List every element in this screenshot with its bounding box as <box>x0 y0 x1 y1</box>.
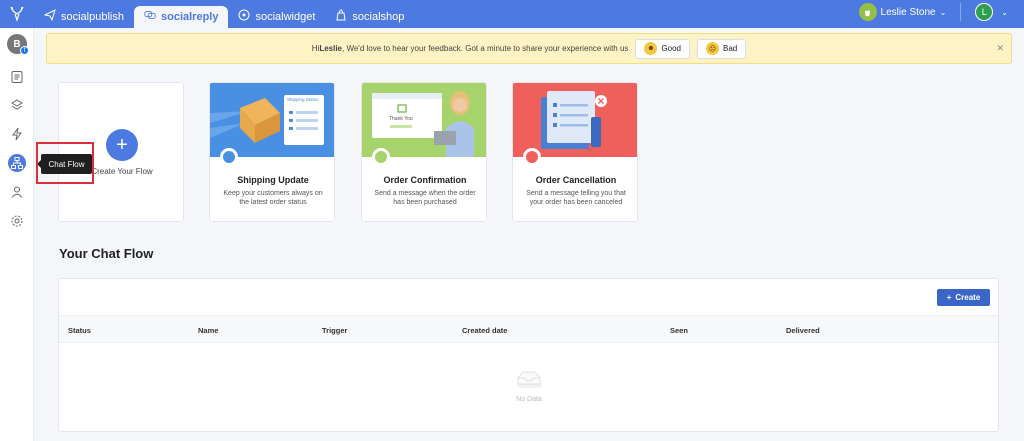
facebook-icon: f <box>20 46 29 55</box>
gear-icon[interactable] <box>8 212 26 230</box>
feedback-banner: Hi Leslie , We'd love to hear your feedb… <box>46 33 1012 64</box>
user-menu[interactable]: Leslie Stone ⌄ <box>858 3 947 21</box>
column-header-seen[interactable]: Seen <box>670 326 688 335</box>
user-name: Leslie Stone <box>880 6 936 18</box>
create-button[interactable]: + Create <box>937 289 990 306</box>
chat-flow-table: + Create Status Name Trigger Created dat… <box>58 278 999 432</box>
shipping-illustration: Shipping Status <box>210 83 334 157</box>
good-feedback-button[interactable]: ☻ Good <box>635 38 690 59</box>
banner-message: , We'd love to hear your feedback. Got a… <box>342 44 629 53</box>
highlight-box <box>36 142 94 184</box>
banner-greeting: Hi <box>311 44 320 53</box>
template-description: Send a message telling you that your ord… <box>526 190 626 206</box>
table-header: Status Name Trigger Created date Seen De… <box>59 315 998 343</box>
receipt-icon <box>372 148 390 166</box>
art-label: Shipping Status <box>287 97 319 102</box>
top-nav: socialpublish socialreply socialwidget s… <box>0 0 1024 28</box>
tab-label: socialpublish <box>61 10 124 23</box>
banner-user-name: Leslie <box>319 44 342 53</box>
cancellation-illustration <box>513 83 637 157</box>
bad-label: Bad <box>723 44 738 53</box>
divider <box>960 3 962 21</box>
tab-label: socialwidget <box>255 10 316 23</box>
column-header-status[interactable]: Status <box>68 326 91 335</box>
tab-label: socialreply <box>160 10 219 23</box>
tab-socialpublish[interactable]: socialpublish <box>34 6 134 28</box>
plus-icon: + <box>946 293 952 302</box>
tab-socialreply[interactable]: socialreply <box>133 5 229 28</box>
cancel-icon <box>523 148 541 166</box>
shopify-icon <box>858 3 877 21</box>
person-icon[interactable] <box>8 183 26 201</box>
chat-bubbles-icon <box>144 9 156 24</box>
create-label: Create <box>955 293 981 302</box>
column-header-created-date[interactable]: Created date <box>462 326 507 335</box>
confirmation-illustration: Thank You <box>362 83 486 157</box>
sad-face-icon: ☹ <box>706 42 719 55</box>
column-header-name[interactable]: Name <box>198 326 218 335</box>
template-description: Keep your customers always on the latest… <box>223 190 323 206</box>
sidebar: B f <box>0 28 34 441</box>
section-title: Your Chat Flow <box>59 246 154 261</box>
column-header-trigger[interactable]: Trigger <box>322 326 347 335</box>
truck-icon <box>220 148 238 166</box>
empty-label: No Data <box>516 396 542 403</box>
document-icon[interactable] <box>8 68 26 86</box>
empty-state: No Data <box>509 369 549 403</box>
plus-icon: + <box>106 129 138 161</box>
template-shipping-update[interactable]: Shipping Status Shipping Update Keep you… <box>209 82 335 222</box>
close-icon[interactable]: ✕ <box>996 43 1004 54</box>
chevron-down-icon[interactable]: ⌄ <box>1001 8 1008 17</box>
empty-inbox-icon <box>516 371 542 389</box>
lightning-icon[interactable] <box>8 125 26 143</box>
tab-socialshop[interactable]: socialshop <box>325 6 414 28</box>
bad-feedback-button[interactable]: ☹ Bad <box>697 38 747 59</box>
avatar[interactable]: L <box>975 3 994 21</box>
chat-flow-icon[interactable] <box>8 154 26 172</box>
template-title: Shipping Update <box>237 175 309 185</box>
template-description: Send a message when the order has been p… <box>374 190 476 206</box>
shopping-bag-icon <box>335 9 347 24</box>
widget-icon <box>238 9 250 24</box>
layers-icon[interactable] <box>8 96 26 114</box>
template-title: Order Confirmation <box>383 175 467 185</box>
template-order-cancellation[interactable]: Order Cancellation Send a message tellin… <box>512 82 638 222</box>
template-order-confirmation[interactable]: Thank You Order Confirmation Send a mess… <box>361 82 487 222</box>
deer-logo-icon[interactable] <box>0 0 34 28</box>
good-label: Good <box>661 44 681 53</box>
column-header-delivered[interactable]: Delivered <box>786 326 820 335</box>
paper-plane-icon <box>43 9 56 24</box>
tab-label: socialshop <box>352 10 405 23</box>
tab-socialwidget[interactable]: socialwidget <box>228 6 325 28</box>
happy-face-icon: ☻ <box>644 42 658 55</box>
art-label: Thank You <box>389 116 413 122</box>
chevron-down-icon: ⌄ <box>939 7 947 17</box>
template-title: Order Cancellation <box>535 175 617 185</box>
